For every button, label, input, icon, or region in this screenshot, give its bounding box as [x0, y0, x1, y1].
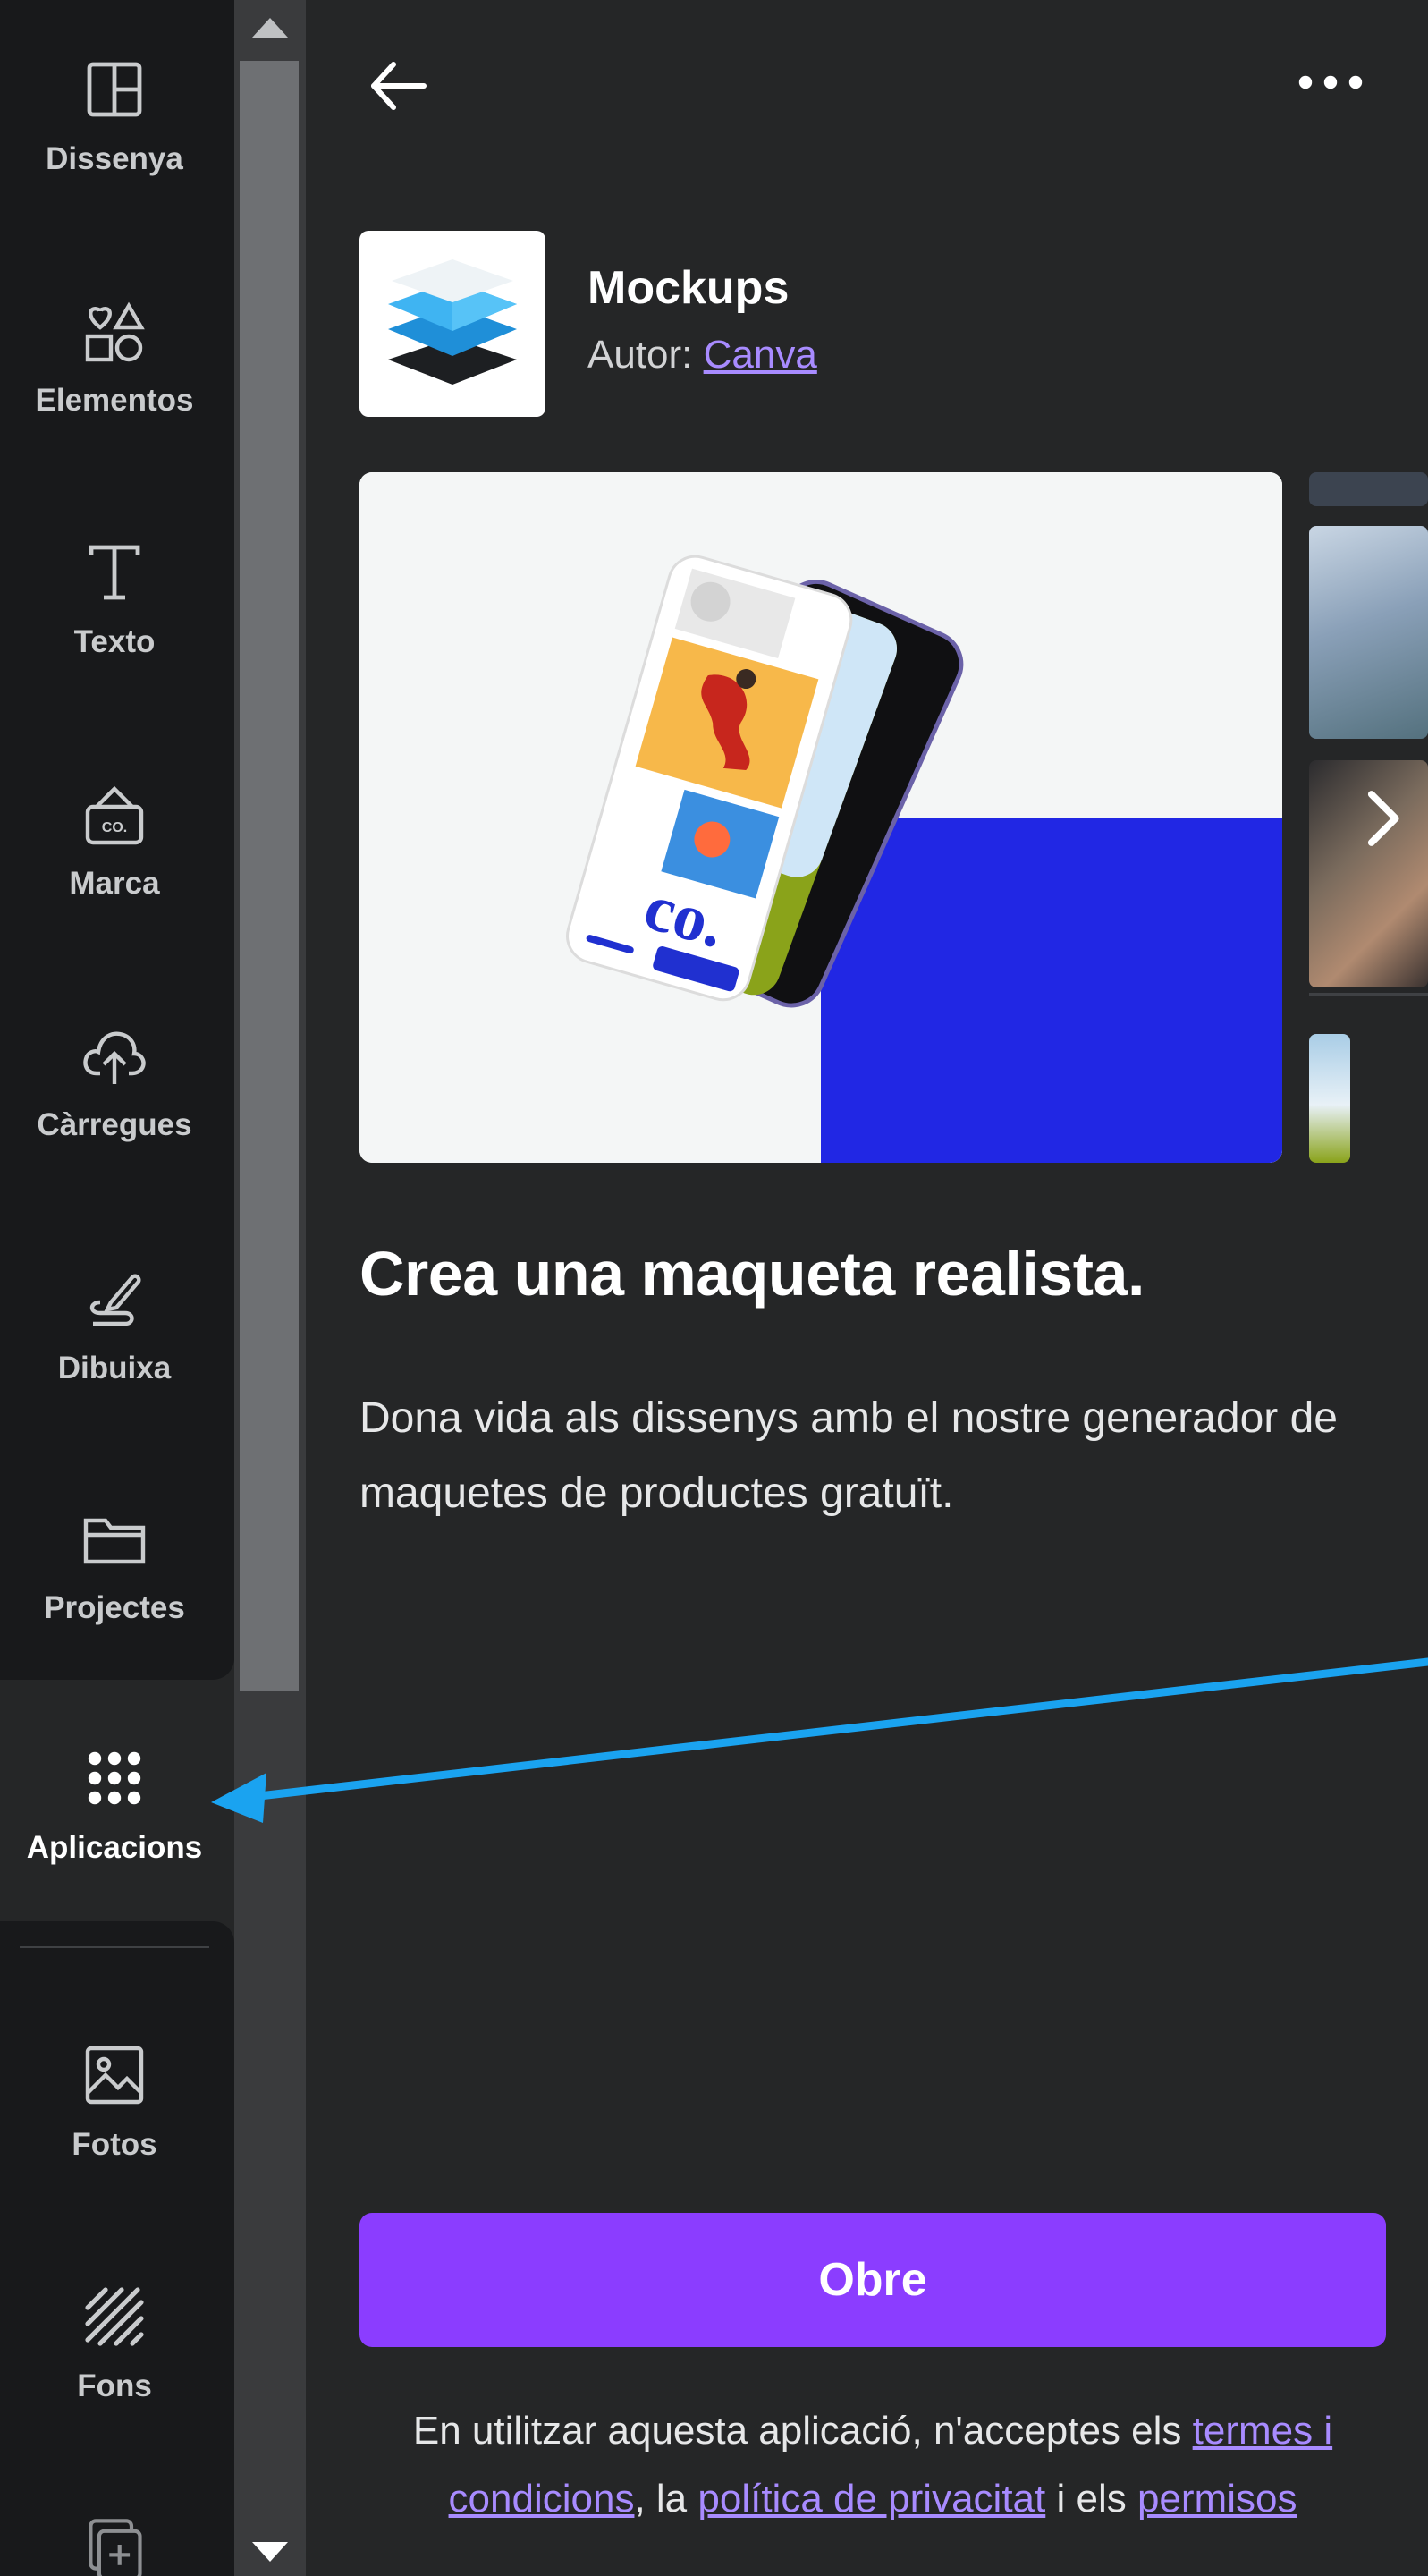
text-icon [89, 545, 140, 600]
arrow-left-icon [371, 62, 427, 110]
author-link[interactable]: Canva [704, 333, 817, 377]
sidebar-item-elementos[interactable]: Elementos [0, 277, 229, 483]
pen-icon [89, 1274, 141, 1326]
rail-divider [20, 1946, 209, 1948]
rail-bottom-section [0, 1921, 234, 2576]
sidebar-item-label: Dibuixa [57, 1351, 172, 1385]
sidebar-item-dibuixa[interactable]: Dibuixa [0, 1245, 229, 1451]
sidebar-item-texto[interactable]: Texto [0, 519, 229, 724]
terms-prefix: En utilitzar aquesta aplicació, n'accept… [412, 2409, 1193, 2453]
apps-grid-icon [88, 1751, 141, 1805]
more-horizontal-icon [1298, 75, 1363, 89]
image-icon [85, 2046, 144, 2105]
sidebar-item-fons[interactable]: Fons [0, 2263, 229, 2469]
privacy-link[interactable]: política de privacitat [697, 2477, 1045, 2521]
app-name: Mockups [587, 262, 790, 314]
thumbnail-divider [1309, 993, 1428, 996]
back-button[interactable] [359, 47, 438, 125]
sidebar-item-dissenya[interactable]: Dissenya [0, 36, 229, 242]
sidebar-item-label: Dissenya [46, 141, 183, 176]
phone-mockup-illustration: co. [359, 472, 1282, 1163]
thumbnail[interactable] [1309, 526, 1428, 739]
permissions-link[interactable]: permisos [1137, 2477, 1297, 2521]
stacked-layers-logo [388, 259, 517, 385]
more-options-button[interactable] [1288, 54, 1373, 111]
headline: Crea una maqueta realista. [359, 1239, 1145, 1309]
add-page-icon[interactable] [80, 2513, 148, 2576]
author-prefix: Autor: [587, 333, 704, 377]
scrollbar-thumb[interactable] [240, 61, 299, 1690]
sidebar-item-label: Projectes [44, 1590, 185, 1625]
sidebar-item-fotos[interactable]: Fotos [0, 2021, 229, 2227]
app-logo [359, 231, 545, 417]
thumbnail[interactable] [1309, 472, 1428, 506]
terms-mid2: i els [1045, 2477, 1137, 2521]
scroll-down-arrow-icon[interactable] [252, 2542, 288, 2562]
sidebar-item-label: Elementos [35, 383, 194, 418]
thumbnail[interactable] [1309, 1034, 1350, 1163]
pattern-icon [85, 2287, 144, 2346]
sidebar-item-label: Fons [77, 2368, 152, 2403]
sidebar-item-label: Càrregues [37, 1107, 192, 1142]
sidebar-item-carregues[interactable]: Càrregues [0, 1002, 229, 1208]
sidebar-item-label: Texto [73, 624, 156, 659]
sidebar-item-projectes[interactable]: Projectes [0, 1485, 229, 1690]
sidebar-item-label: Aplicacions [26, 1830, 203, 1865]
side-rail: Dissenya Elementos Texto CO. Marca Càrre… [0, 0, 234, 2576]
svg-text:CO.: CO. [102, 820, 127, 835]
sidebar-item-label: Marca [69, 866, 160, 901]
scroll-up-arrow-icon[interactable] [252, 18, 288, 38]
sidebar-item-aplicacions[interactable]: Aplicacions [0, 1724, 229, 1930]
shapes-icon [85, 301, 145, 362]
hero-preview-image: co. [359, 472, 1282, 1163]
folder-icon [83, 1518, 146, 1564]
brand-kit-icon: CO. [85, 785, 144, 845]
chevron-right-icon[interactable] [1341, 778, 1422, 859]
open-button[interactable]: Obre [359, 2213, 1386, 2347]
cloud-upload-icon [83, 1031, 146, 1084]
description: Dona vida als dissenys amb el nostre gen… [359, 1394, 1338, 1517]
sidebar-item-label: Fotos [72, 2127, 157, 2162]
terms-notice: En utilitzar aquesta aplicació, n'accept… [359, 2397, 1386, 2533]
layout-icon [87, 62, 142, 117]
app-author: Autor: Canva [587, 333, 817, 377]
sidebar-item-marca[interactable]: CO. Marca [0, 760, 229, 966]
terms-mid1: , la [634, 2477, 698, 2521]
